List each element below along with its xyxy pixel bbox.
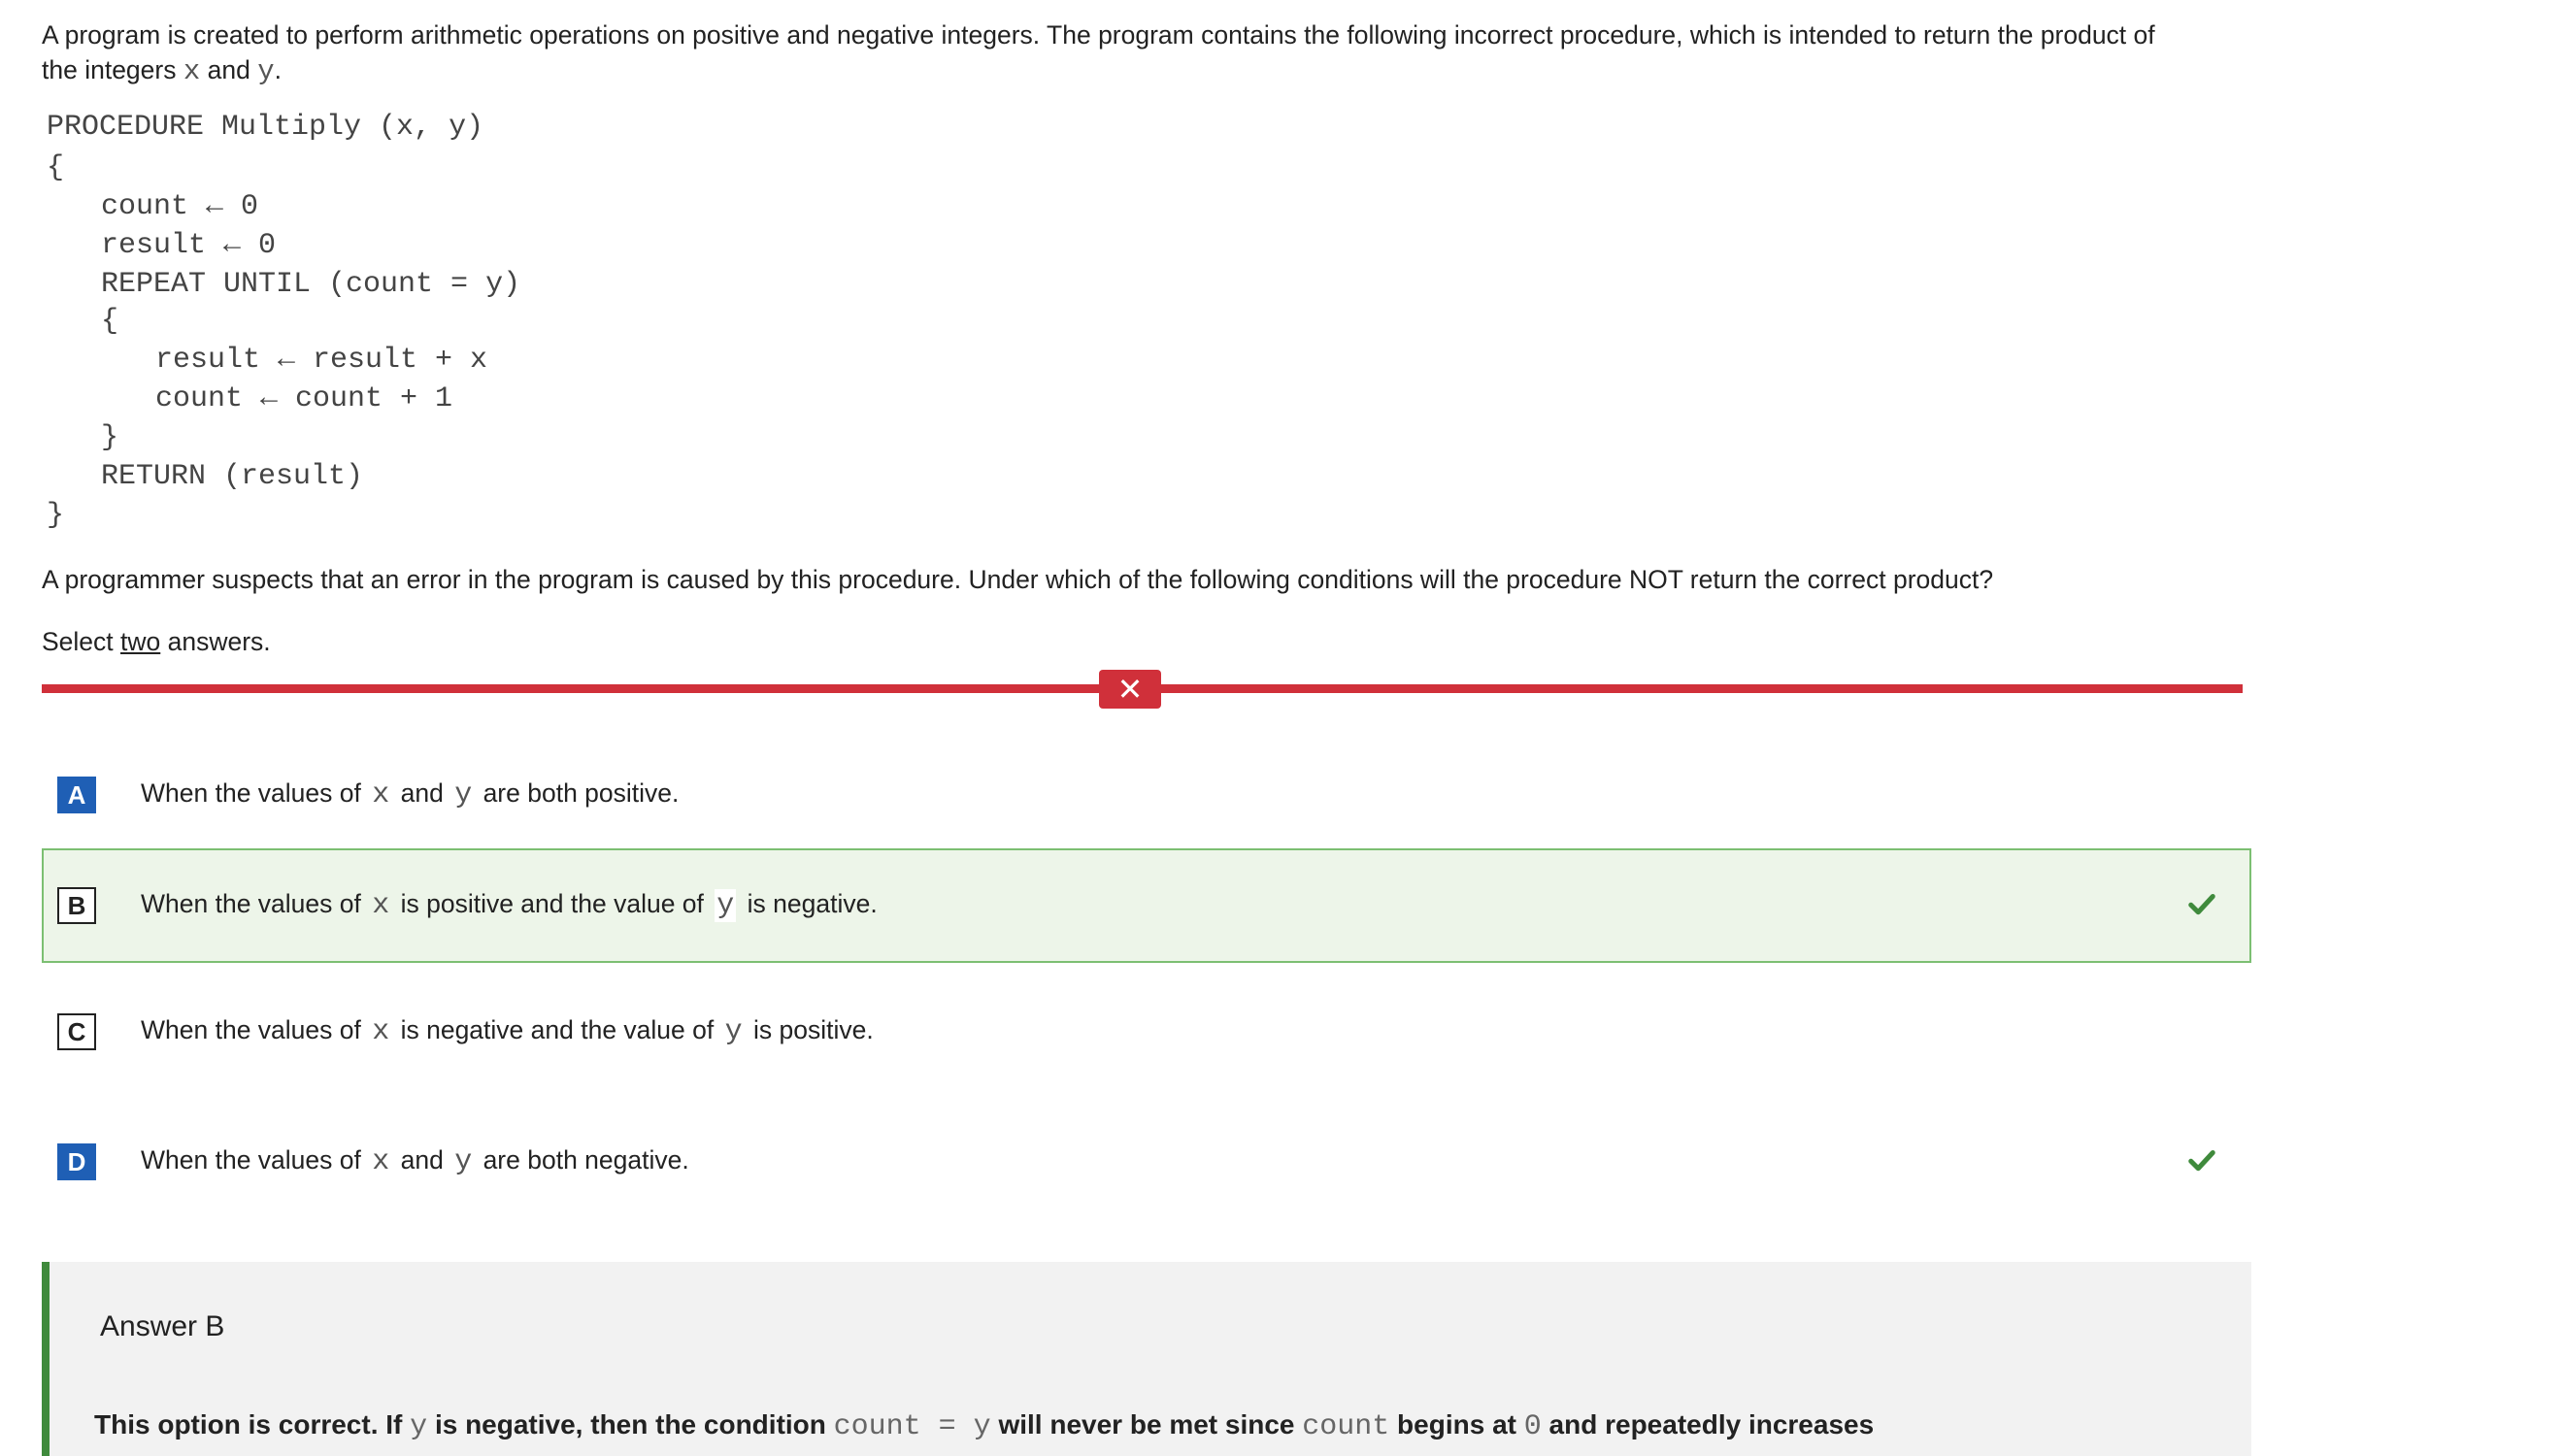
option-text-part: When the values of [141,1015,369,1044]
select-count: two [120,627,161,656]
var-y: y [257,55,275,87]
answer-text-part: will never be met since [990,1409,1303,1439]
answer-title: Answer B [100,1310,225,1342]
code-line: result ← result + x [155,344,488,377]
code-inline: count [1302,1410,1390,1443]
option-text-part: and [393,778,451,808]
option-d[interactable]: D When the values of x and y are both ne… [42,1105,2251,1219]
option-text-part: are both positive. [476,778,680,808]
option-letter: B [57,887,96,924]
question-text: A programmer suspects that an error in t… [42,565,1994,594]
code-line: { [101,305,119,338]
var-y: y [410,1410,428,1443]
code-line: count ← 0 [101,190,259,223]
close-icon: ✕ [1099,670,1161,709]
option-c[interactable]: C When the values of x is negative and t… [42,975,2251,1089]
var-x: x [372,889,390,922]
code-inline: 0 [1523,1410,1542,1443]
var-y: y [454,778,473,811]
code-line: PROCEDURE Multiply (x, y) [47,111,484,144]
option-letter: A [57,777,96,813]
check-icon [2187,1145,2216,1175]
answer-text-part: and repeatedly increases [1541,1409,1875,1439]
code-line: { [47,151,65,184]
answer-text-part: is negative, then the condition [427,1409,834,1439]
answer-text: This option is correct. If y is negative… [94,1409,1874,1443]
question-intro: A program is created to perform arithmet… [42,17,2197,89]
var-y: y [715,889,737,922]
var-x: x [372,1015,390,1048]
option-text: When the values of x is positive and the… [141,889,878,922]
check-icon [2187,889,2216,918]
code-line: count ← count + 1 [155,382,453,415]
option-text-part: and [393,1145,451,1175]
var-y: y [454,1145,473,1178]
code-line: } [47,499,65,532]
option-text-part: are both negative. [476,1145,689,1175]
option-text: When the values of x and y are both posi… [141,778,679,811]
code-line: REPEAT UNTIL (count = y) [101,268,521,301]
option-text: When the values of x and y are both nega… [141,1145,689,1178]
option-text-part: When the values of [141,889,369,918]
code-inline: count = y [833,1410,991,1443]
code-line: result ← 0 [101,229,277,262]
var-x: x [372,778,390,811]
period: . [274,55,282,84]
option-text-part: is negative. [740,889,878,918]
option-a[interactable]: A When the values of x and y are both po… [42,738,2251,852]
option-b[interactable]: B When the values of x is positive and t… [42,848,2251,963]
answer-text-part: begins at [1389,1409,1524,1439]
select-instruction: Select two answers. [42,627,271,657]
option-text: When the values of x is negative and the… [141,1015,874,1048]
code-line: } [101,421,119,454]
var-x: x [372,1145,390,1178]
select-prefix: Select [42,627,121,656]
answer-text-part: This option is correct. If [94,1409,411,1439]
option-text-part: When the values of [141,778,369,808]
option-letter: D [57,1143,96,1180]
option-text-part: is positive and the value of [393,889,712,918]
and-text: and [200,55,258,84]
select-suffix: answers. [160,627,271,656]
var-x: x [183,55,201,87]
option-text-part: When the values of [141,1145,369,1175]
intro-text: A program is created to perform arithmet… [42,20,2155,84]
answer-explanation: Answer B This option is correct. If y is… [42,1262,2251,1456]
option-letter: C [57,1013,96,1050]
option-text-part: is positive. [746,1015,874,1044]
code-line: RETURN (result) [101,460,364,493]
var-y: y [724,1015,743,1048]
option-text-part: is negative and the value of [393,1015,721,1044]
